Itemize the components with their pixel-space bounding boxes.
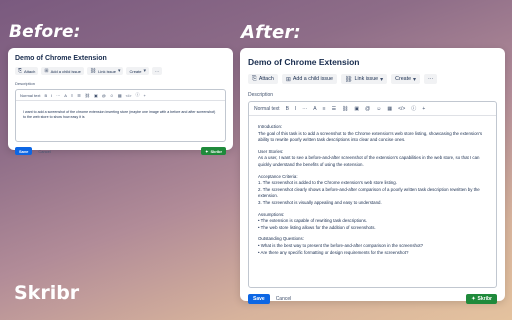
info-icon[interactable]: ⓘ	[135, 92, 139, 98]
intro-text: The goal of this task is to add a screen…	[258, 130, 483, 143]
attach-button[interactable]: ⎘ Attach	[248, 74, 278, 84]
numbered-list-icon[interactable]: ☰	[332, 106, 336, 112]
create-button[interactable]: Create ▾	[391, 74, 421, 84]
link-icon[interactable]: ⛓	[342, 106, 348, 112]
description-label: Description	[248, 92, 274, 98]
acceptance-item: 3. The screenshot is visually appealing …	[258, 199, 382, 205]
save-button[interactable]: Save	[248, 294, 270, 304]
paperclip-icon: ⎘	[18, 68, 23, 74]
code-icon[interactable]: </>	[398, 106, 405, 112]
description-editor[interactable]: Normal text B I ··· A ≡ ☰ ⛓ ▣ @ ☺ ▦ </> …	[248, 101, 497, 288]
assumption-item: • The extension is capable of rewriting …	[258, 218, 368, 224]
acceptance-item: 1. The screenshot is added to the Chrome…	[258, 180, 397, 186]
bold-icon[interactable]: B	[44, 93, 47, 98]
table-icon[interactable]: ▦	[387, 106, 392, 112]
link-issue-button[interactable]: ⛓ Link issue ▾	[86, 67, 124, 75]
link-issue-button[interactable]: ⛓ Link issue ▾	[340, 74, 388, 84]
child-issue-icon: ⊞	[44, 68, 49, 74]
text-style-select[interactable]: Normal text	[254, 106, 280, 112]
sparkle-icon: ✦	[205, 148, 209, 154]
bullet-list-icon[interactable]: ≡	[71, 93, 73, 98]
save-button[interactable]: Save	[15, 147, 33, 155]
create-button[interactable]: Create ▾	[126, 67, 150, 75]
italic-icon[interactable]: I	[51, 93, 52, 98]
attach-button[interactable]: ⎘ Attach	[15, 67, 39, 75]
link-icon: ⛓	[344, 76, 353, 83]
skribr-button[interactable]: ✦ Skribr	[201, 147, 226, 155]
insert-icon[interactable]: +	[422, 106, 425, 112]
issue-toolbar: ⎘ Attach ⊞ Add a child issue ⛓ Link issue ▾ …	[248, 74, 497, 84]
emoji-icon[interactable]: ☺	[110, 93, 114, 98]
brand-logo-text: Skribr	[14, 282, 80, 304]
intro-heading: Introduction:	[258, 124, 283, 129]
add-child-issue-button[interactable]: ⊞ Add a child issue	[281, 74, 337, 84]
assumption-item: • The web store listing allows for the a…	[258, 224, 376, 230]
issue-title[interactable]: Demo of Chrome Extension	[15, 55, 226, 62]
table-icon[interactable]: ▦	[118, 93, 122, 98]
chevron-down-icon: ▾	[380, 76, 384, 83]
chevron-down-icon: ▾	[143, 68, 147, 74]
image-icon[interactable]: ▣	[354, 106, 359, 112]
paperclip-icon: ⎘	[252, 75, 257, 82]
sparkle-icon: ✦	[471, 296, 476, 302]
editor-footer: Save Cancel ✦ Skribr	[15, 147, 226, 155]
cancel-button[interactable]: Cancel	[276, 296, 292, 302]
editor-toolbar: Normal text B I ··· A ≡ ☰ ⛓ ▣ @ ☺ ▦ </> …	[16, 90, 225, 101]
link-icon: ⛓	[89, 68, 97, 74]
mention-icon[interactable]: @	[102, 93, 106, 98]
user-stories-heading: User Stories:	[258, 148, 284, 154]
text-color-icon[interactable]: A	[64, 93, 67, 98]
info-icon[interactable]: ⓘ	[411, 105, 416, 112]
description-label: Description	[15, 81, 36, 86]
description-editor[interactable]: Normal text B I ··· A ≡ ☰ ⛓ ▣ @ ☺ ▦ </> …	[15, 89, 226, 142]
after-heading: After:	[241, 22, 301, 43]
more-formatting-icon[interactable]: ···	[302, 106, 307, 112]
text-color-icon[interactable]: A	[313, 106, 316, 112]
add-child-issue-button[interactable]: ⊞ Add a child issue	[41, 67, 84, 75]
mention-icon[interactable]: @	[365, 106, 370, 112]
acceptance-item: 2. The screenshot clearly shows a before…	[258, 186, 480, 199]
bullet-list-icon[interactable]: ≡	[323, 106, 326, 112]
before-heading: Before:	[9, 22, 81, 42]
issue-title[interactable]: Demo of Chrome Extension	[248, 57, 497, 67]
after-card: Demo of Chrome Extension ⎘ Attach ⊞ Add a …	[240, 48, 505, 304]
acceptance-heading: Acceptance Criteria:	[258, 173, 298, 179]
cancel-button[interactable]: Cancel	[38, 149, 50, 154]
italic-icon[interactable]: I	[295, 106, 296, 112]
child-issue-icon: ⊞	[285, 76, 291, 83]
before-card: Demo of Chrome Extension ⎘ Attach ⊞ Add a …	[8, 48, 233, 155]
code-icon[interactable]: </>	[126, 93, 132, 98]
more-button[interactable]: ···	[424, 74, 438, 84]
editor-text[interactable]: Introduction: The goal of this task is t…	[249, 116, 496, 287]
text-style-select[interactable]: Normal text	[20, 93, 40, 98]
questions-heading: Outstanding Questions:	[258, 236, 304, 242]
editor-toolbar: Normal text B I ··· A ≡ ☰ ⛓ ▣ @ ☺ ▦ </> …	[249, 102, 496, 116]
numbered-list-icon[interactable]: ☰	[77, 93, 81, 98]
emoji-icon[interactable]: ☺	[376, 106, 381, 112]
chevron-down-icon: ▾	[117, 68, 121, 74]
question-item: • What is the best way to present the be…	[258, 242, 424, 248]
editor-text[interactable]: I want to add a screenshot of the chrome…	[16, 101, 225, 141]
skribr-button[interactable]: ✦ Skribr	[466, 294, 497, 304]
insert-icon[interactable]: +	[143, 93, 145, 98]
link-icon[interactable]: ⛓	[85, 93, 90, 98]
editor-footer: Save Cancel ✦ Skribr	[248, 294, 497, 304]
assumptions-heading: Assumptions:	[258, 211, 285, 217]
more-button[interactable]: ···	[152, 67, 163, 75]
issue-toolbar: ⎘ Attach ⊞ Add a child issue ⛓ Link issue ▾ …	[15, 67, 226, 75]
user-stories-text: As a user, I want to see a before-and-af…	[258, 155, 480, 167]
bold-icon[interactable]: B	[286, 106, 289, 112]
image-icon[interactable]: ▣	[94, 93, 98, 98]
chevron-down-icon: ▾	[413, 76, 417, 83]
more-formatting-icon[interactable]: ···	[56, 93, 60, 98]
question-item: • Are there any specific formatting or d…	[258, 249, 409, 255]
